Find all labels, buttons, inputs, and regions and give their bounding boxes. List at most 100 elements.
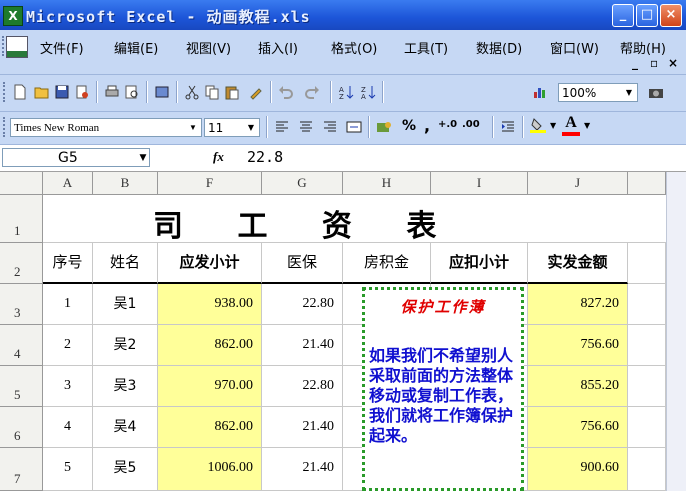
cell-seq[interactable]: 3: [43, 366, 93, 407]
increase-decimal-button[interactable]: +.0: [438, 119, 457, 130]
column-header-g[interactable]: G: [262, 172, 343, 195]
maximize-button[interactable]: □: [636, 4, 658, 27]
header-empty-cell[interactable]: [628, 243, 666, 284]
cell-gross[interactable]: 862.00: [158, 407, 262, 448]
select-all-corner[interactable]: [0, 172, 43, 195]
font-color-dropdown-arrow[interactable]: ▼: [584, 121, 590, 130]
doc-restore-button[interactable]: ▫: [650, 56, 658, 70]
align-center-icon[interactable]: [298, 119, 314, 135]
cell-net-pay[interactable]: 827.20: [528, 284, 628, 325]
row-header-7[interactable]: 7: [0, 448, 43, 491]
decrease-decimal-button[interactable]: .00: [462, 119, 480, 130]
menu-window[interactable]: 窗口(W): [550, 38, 599, 57]
open-icon[interactable]: [34, 84, 50, 100]
header-deductions[interactable]: 应扣小计: [431, 243, 528, 284]
header-medical[interactable]: 医保: [262, 243, 343, 284]
cell-empty[interactable]: [628, 366, 666, 407]
cell-medical[interactable]: 21.40: [262, 407, 343, 448]
cell-gross[interactable]: 938.00: [158, 284, 262, 325]
annotation-text-box[interactable]: 保护工作薄 如果我们不希望别人采取前面的方法整体移动或复制工作表，我们就将工作簿…: [362, 287, 524, 491]
row-header-2[interactable]: 2: [0, 243, 43, 284]
insert-function-icon[interactable]: fx: [213, 149, 224, 165]
cell-gross[interactable]: 862.00: [158, 325, 262, 366]
cell-name[interactable]: 吴1: [93, 284, 158, 325]
header-seq[interactable]: 序号: [43, 243, 93, 284]
research-icon[interactable]: [154, 84, 170, 100]
column-header-f[interactable]: F: [158, 172, 262, 195]
column-header-i[interactable]: I: [431, 172, 528, 195]
cell-gross[interactable]: 1006.00: [158, 448, 262, 491]
formula-input[interactable]: 22.8: [247, 148, 283, 166]
redo-icon[interactable]: [304, 84, 320, 100]
row-header-4[interactable]: 4: [0, 325, 43, 366]
chevron-down-icon[interactable]: ▼: [245, 120, 257, 135]
cell-empty[interactable]: [628, 448, 666, 491]
menu-data[interactable]: 数据(D): [476, 38, 522, 57]
fill-color-dropdown-arrow[interactable]: ▼: [550, 121, 556, 130]
cell-name[interactable]: 吴5: [93, 448, 158, 491]
currency-icon[interactable]: [376, 119, 392, 135]
cell-net-pay[interactable]: 756.60: [528, 407, 628, 448]
menu-file[interactable]: 文件(F): [40, 38, 84, 57]
menu-tools[interactable]: 工具(T): [404, 38, 448, 57]
camera-icon[interactable]: [648, 84, 664, 100]
font-color-icon[interactable]: A: [562, 114, 580, 136]
toolbar-grip-handle[interactable]: [3, 82, 8, 102]
cell-empty[interactable]: [628, 284, 666, 325]
chevron-down-icon[interactable]: ▼: [187, 120, 199, 135]
row-header-5[interactable]: 5: [0, 366, 43, 407]
menu-edit[interactable]: 编辑(E): [114, 38, 158, 57]
column-header-next[interactable]: [628, 172, 666, 195]
column-header-a[interactable]: A: [43, 172, 93, 195]
header-net-pay[interactable]: 实发金额: [528, 243, 628, 284]
name-box[interactable]: G5 ▼: [2, 148, 150, 167]
close-button[interactable]: ×: [660, 4, 682, 27]
cell-name[interactable]: 吴2: [93, 325, 158, 366]
column-header-h[interactable]: H: [343, 172, 431, 195]
new-icon[interactable]: [12, 84, 28, 100]
chevron-down-icon[interactable]: ▼: [623, 85, 635, 100]
menu-view[interactable]: 视图(V): [186, 38, 231, 57]
percent-button[interactable]: %: [402, 118, 416, 134]
align-left-icon[interactable]: [274, 119, 290, 135]
chevron-down-icon[interactable]: ▼: [136, 149, 150, 167]
excel-app-icon[interactable]: X: [3, 6, 23, 26]
undo-icon[interactable]: [278, 84, 294, 100]
cell-empty[interactable]: [628, 407, 666, 448]
menu-help[interactable]: 帮助(H): [620, 38, 666, 57]
save-icon[interactable]: [54, 84, 70, 100]
cell-net-pay[interactable]: 756.60: [528, 325, 628, 366]
print-preview-icon[interactable]: [124, 84, 140, 100]
cell-net-pay[interactable]: 855.20: [528, 366, 628, 407]
comma-style-button[interactable]: ,: [424, 116, 430, 135]
paste-icon[interactable]: [224, 84, 240, 100]
cell-seq[interactable]: 1: [43, 284, 93, 325]
cell-name[interactable]: 吴3: [93, 366, 158, 407]
header-gross[interactable]: 应发小计: [158, 243, 262, 284]
cell-net-pay[interactable]: 900.60: [528, 448, 628, 491]
indent-icon[interactable]: [500, 119, 516, 135]
copy-icon[interactable]: [204, 84, 220, 100]
menu-format[interactable]: 格式(O): [331, 38, 377, 57]
row-header-6[interactable]: 6: [0, 407, 43, 448]
cell-name[interactable]: 吴4: [93, 407, 158, 448]
header-name[interactable]: 姓名: [93, 243, 158, 284]
workbook-icon[interactable]: [6, 36, 28, 58]
sort-ascending-icon[interactable]: AZ: [338, 84, 354, 100]
sheet-title-cell[interactable]: 司 工 资 表: [43, 195, 666, 243]
doc-minimize-button[interactable]: _: [632, 56, 638, 70]
font-size-dropdown[interactable]: 11 ▼: [204, 118, 260, 137]
cell-seq[interactable]: 4: [43, 407, 93, 448]
cell-seq[interactable]: 2: [43, 325, 93, 366]
cell-medical[interactable]: 22.80: [262, 366, 343, 407]
cut-icon[interactable]: [184, 84, 200, 100]
align-right-icon[interactable]: [322, 119, 338, 135]
minimize-button[interactable]: _: [612, 4, 634, 27]
cell-medical[interactable]: 22.80: [262, 284, 343, 325]
fill-color-icon[interactable]: [530, 117, 546, 133]
font-name-dropdown[interactable]: Times New Roman ▼: [10, 118, 202, 137]
permission-icon[interactable]: [74, 84, 90, 100]
cell-medical[interactable]: 21.40: [262, 448, 343, 491]
cell-seq[interactable]: 5: [43, 448, 93, 491]
column-header-j[interactable]: J: [528, 172, 628, 195]
